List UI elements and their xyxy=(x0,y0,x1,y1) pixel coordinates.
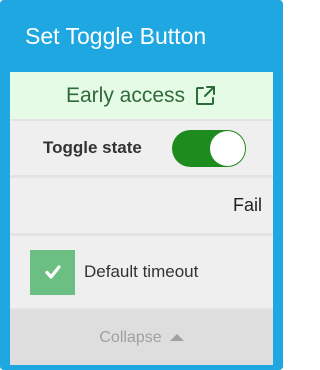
caret-up-icon xyxy=(169,334,184,341)
set-toggle-button-node[interactable]: Set Toggle Button Early access Toggle st… xyxy=(0,0,283,370)
external-link-icon[interactable] xyxy=(193,84,217,108)
toggle-state-switch[interactable] xyxy=(172,130,246,167)
node-title: Set Toggle Button xyxy=(25,22,207,49)
default-timeout-row: Default timeout xyxy=(10,236,273,308)
default-timeout-label: Default timeout xyxy=(84,262,199,281)
toggle-state-label: Toggle state xyxy=(43,138,142,157)
collapse-button[interactable]: Collapse xyxy=(10,310,273,365)
default-timeout-checkbox[interactable] xyxy=(30,249,75,295)
node-body: Early access Toggle state Fail Default t… xyxy=(10,72,273,365)
node-header[interactable]: Set Toggle Button xyxy=(5,0,278,72)
check-icon xyxy=(44,265,61,279)
result-row: Fail xyxy=(10,178,273,233)
early-access-label: Early access xyxy=(65,83,186,107)
early-access-banner: Early access xyxy=(10,72,273,119)
toggle-knob xyxy=(210,131,245,166)
toggle-state-row: Toggle state xyxy=(10,121,273,175)
result-output-label[interactable]: Fail xyxy=(233,195,262,216)
workflow-canvas: Set Toggle Button Early access Toggle st… xyxy=(0,0,283,370)
collapse-label: Collapse xyxy=(99,328,162,346)
